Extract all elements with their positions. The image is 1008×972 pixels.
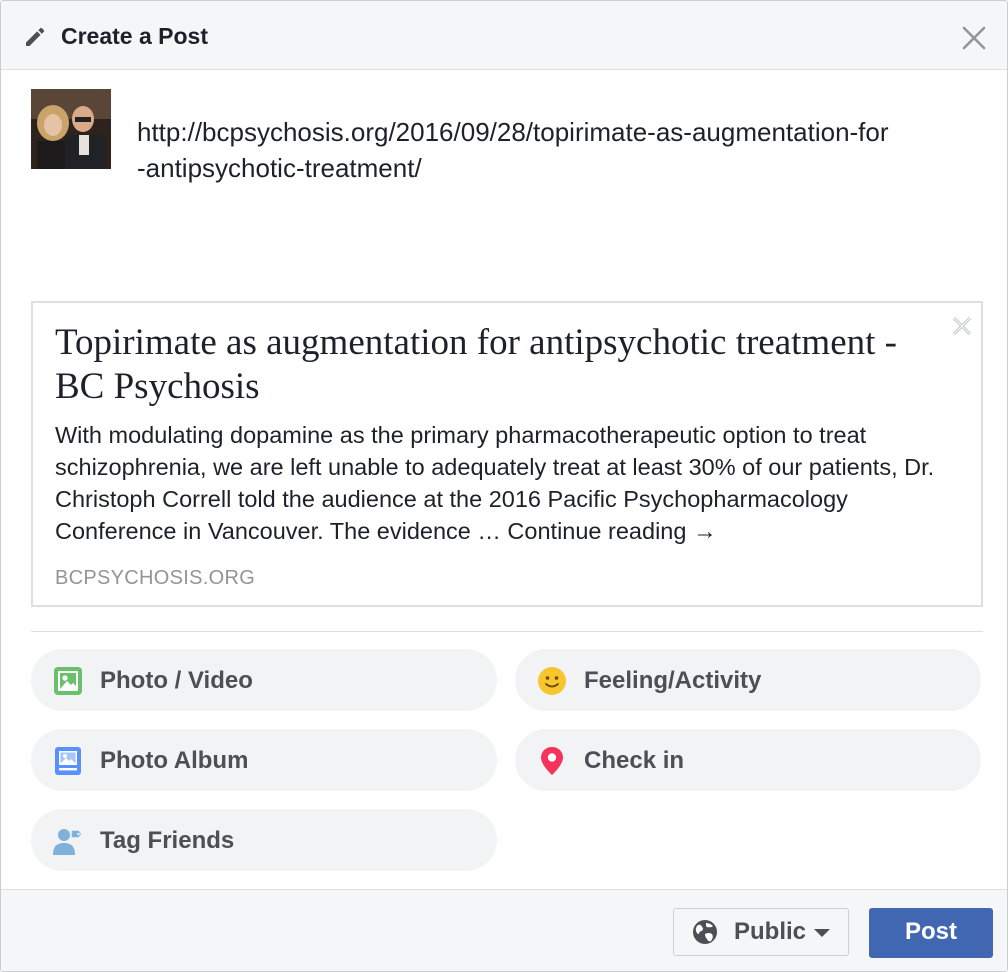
feeling-activity-button[interactable]: Feeling/Activity — [515, 649, 981, 711]
dialog-title: Create a Post — [61, 23, 209, 49]
check-in-label: Check in — [584, 747, 685, 774]
link-preview-description: With modulating dopamine as the primary … — [55, 422, 935, 544]
photo-album-icon — [55, 747, 81, 775]
check-in-button[interactable]: Check in — [515, 729, 981, 791]
smiley-icon — [538, 667, 566, 695]
location-pin-icon — [541, 747, 563, 775]
dialog-header: Create a Post — [1, 1, 1007, 70]
photo-video-icon — [54, 667, 82, 695]
create-post-dialog: Create a Post http://bcpsychosis.org/201… — [0, 0, 1008, 972]
photo-album-button[interactable]: Photo Album — [31, 729, 497, 791]
pencil-icon — [26, 27, 45, 46]
chevron-down-icon — [814, 929, 830, 937]
globe-icon — [693, 920, 717, 944]
close-icon[interactable] — [959, 23, 989, 53]
link-preview-card[interactable]: Topirimate as augmentation for antipsych… — [31, 301, 983, 607]
privacy-label: Public — [734, 918, 807, 945]
link-preview-title[interactable]: Topirimate as augmentation for antipsych… — [55, 321, 955, 409]
feeling-activity-label: Feeling/Activity — [584, 667, 762, 694]
profile-photo — [31, 89, 111, 169]
tag-friends-button[interactable]: Tag Friends — [31, 809, 497, 871]
post-text-input[interactable]: http://bcpsychosis.org/2016/09/28/topiri… — [137, 114, 897, 186]
photo-album-label: Photo Album — [100, 747, 249, 774]
tag-friends-icon — [53, 829, 83, 855]
divider — [31, 631, 983, 632]
tag-friends-label: Tag Friends — [100, 827, 235, 854]
post-button[interactable]: Post — [869, 908, 993, 958]
dialog-footer: Public Post — [1, 889, 1007, 971]
privacy-selector[interactable]: Public — [673, 908, 849, 956]
photo-video-button[interactable]: Photo / Video — [31, 649, 497, 711]
link-preview-domain: BCPSYCHOSIS.ORG — [55, 567, 256, 589]
avatar[interactable] — [31, 89, 111, 169]
photo-video-label: Photo / Video — [100, 667, 253, 694]
